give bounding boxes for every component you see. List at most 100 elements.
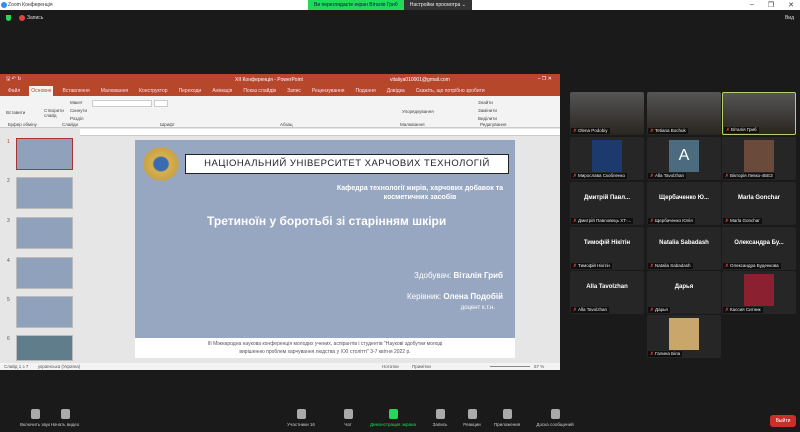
tab-transitions[interactable]: Переходи [177,86,204,96]
slide-thumbnail-3[interactable] [16,217,73,249]
participant-name: Дмитрій Павловець ХТ-... [578,218,632,223]
tab-help[interactable]: Довідка [385,86,407,96]
notes-button[interactable]: Нотатки [382,364,399,369]
video-off-icon [60,409,70,419]
new-slide-button[interactable]: Створити слайд [44,108,66,118]
group-font: Шрифт [160,122,175,127]
participants-icon [296,409,306,419]
participant-display-name: Олександра Бу... [734,240,784,246]
record-icon [435,409,445,419]
slide-thumbnail-6[interactable] [16,335,73,361]
tab-animations[interactable]: Анімація [210,86,234,96]
group-slides: Слайди [62,122,79,127]
participant-tile[interactable]: ✗ Вікторія Левко-4БЕЗ [722,137,796,180]
slide-title: Третиноїн у боротьбі зі старінням шкіри [207,214,447,228]
tab-draw[interactable]: Малювання [99,86,130,96]
participant-name-label: ✗ Alla Tavolzhan [571,307,609,313]
participant-name-label: ✗ Olena Podobiy [571,128,610,134]
participant-avatar [592,140,622,172]
comments-button[interactable]: Примітки [412,364,431,369]
font-size-select[interactable] [154,100,168,107]
tab-home[interactable]: Основне [29,86,54,96]
close-button[interactable]: ✕ [788,1,794,9]
participant-tile[interactable]: Дмитрій Павл... ✗ Дмитрій Павловець ХТ-..… [570,182,644,225]
minimize-button[interactable]: – [750,1,754,9]
participants-count: 16 [309,422,315,427]
tab-record[interactable]: Запис [285,86,303,96]
slide-canvas[interactable]: НАЦІОНАЛЬНИЙ УНІВЕРСИТЕТ ХАРЧОВИХ ТЕХНОЛ… [135,140,515,355]
tell-me-search[interactable]: Скажіть, що потрібно зробити [414,86,487,96]
view-button[interactable]: Вид [785,15,794,21]
tab-insert[interactable]: Вставлення [60,86,91,96]
paste-button[interactable]: Вставити [6,110,25,115]
select-button[interactable]: Виділити [478,116,497,121]
participant-display-name: Щербаченко Ю... [659,195,709,201]
slide-thumbnail-5[interactable] [16,296,73,328]
layout-button[interactable]: Макет [70,100,83,105]
font-name-select[interactable] [92,100,152,107]
participant-tile[interactable]: ✗ Мирослава Скобленко [570,137,644,180]
arrange-button[interactable]: Упорядкування [402,109,434,114]
footer-line-2: вирішенню проблем харчування людства у Х… [239,349,411,355]
tab-file[interactable]: Файл [6,86,22,96]
participant-tile[interactable]: ✗ Віталія Гриб [722,92,796,135]
ppt-window-controls[interactable]: – ❐ ✕ [538,76,552,82]
share-screen-label: Демонстрация экрана [370,422,416,427]
account-email: vitaliya010001@gmail.com [390,77,450,83]
slide-thumbnails-pane: 1 2 3 4 5 6 [0,136,80,363]
apps-label: Приложения [493,422,521,427]
participant-avatar: A [669,140,699,172]
language[interactable]: українська (Україна) [38,364,80,369]
participant-name: Marla Gonchar [730,218,760,223]
slide-thumbnail-4[interactable] [16,257,73,289]
maximize-button[interactable]: ❐ [768,1,774,9]
tab-slideshow[interactable]: Показ слайдів [241,86,278,96]
chevron-down-icon: ⌄ [461,2,466,8]
replace-button[interactable]: Замінити [478,108,497,113]
security-shield-icon[interactable] [6,15,11,21]
department-name: Кафедра технології жирів, харчових добав… [336,185,504,201]
tab-design[interactable]: Конструктор [137,86,170,96]
participant-tile[interactable]: Дарья ✗ Дарья [647,271,721,314]
participant-tile[interactable]: Alla Tavolzhan ✗ Alla Tavolzhan [570,271,644,314]
slide-number: 4 [7,258,10,264]
view-options-button[interactable]: Настройки просмотра ⌄ [403,0,472,10]
tab-view[interactable]: Подання [354,86,378,96]
find-button[interactable]: Знайти [478,100,493,105]
ribbon-tabs: Файл Основне Вставлення Малювання Констр… [0,86,560,96]
recording-label[interactable]: Запись [27,15,43,21]
zoom-level[interactable]: 57 % [534,364,544,369]
participant-tile[interactable]: Natalia Sabadash ✗ Natalia Sabadash [647,227,721,270]
section-button[interactable]: Розділ [70,116,83,121]
participant-tile[interactable]: ✗ Olena Podobiy [570,92,644,135]
slide-number: 6 [7,336,10,342]
group-drawing: Малювання [400,122,425,127]
start-video-button[interactable]: Начать видео [40,409,90,427]
zoom-slider[interactable] [490,366,530,367]
participant-avatar [744,140,774,172]
participant-tile[interactable]: A ✗ Alla Tavolzhan [647,137,721,180]
participant-tile[interactable]: Щербаченко Ю... ✗ Щербаченко Юлія [647,182,721,225]
participant-name: Олександра Буденкова [730,263,779,268]
participant-tile[interactable]: ✗ Tetiana Bochuk [647,92,721,135]
reactions-icon [467,409,477,419]
participant-tile[interactable]: Олександра Бу... ✗ Олександра Буденкова [722,227,796,270]
participant-tile[interactable]: ✗ Кассия Ситник [722,271,796,314]
slide-thumbnail-2[interactable] [16,177,73,209]
participant-name-label: ✗ Кассия Ситник [723,307,763,313]
participant-tile[interactable]: Marla Gonchar ✗ Marla Gonchar [722,182,796,225]
participant-tile[interactable]: Тимофій Нікітін ✗ Тимофій Нікітін [570,227,644,270]
participant-tile[interactable]: ✗ Галина Біла [647,315,721,358]
slide-thumbnail-1[interactable] [16,138,73,170]
participant-name: Вікторія Левко-4БЕЗ [730,173,773,178]
record-icon [19,15,25,21]
reset-button[interactable]: Скинути [70,108,87,113]
whiteboard-button[interactable]: Доска сообщений [525,409,585,427]
quick-access-icons[interactable]: 🖫 ↶ ↻ [6,76,21,84]
meeting-toolbar: Включить звук Начать видео Участники 16 … [0,405,800,432]
window-title: Zoom Конференція [8,2,53,8]
tab-review[interactable]: Рецензування [310,86,347,96]
participants-button[interactable]: Участники 16 [276,409,326,427]
leave-button[interactable]: Выйти [770,415,796,427]
participant-name-label: ✗ Дарья [648,307,670,313]
